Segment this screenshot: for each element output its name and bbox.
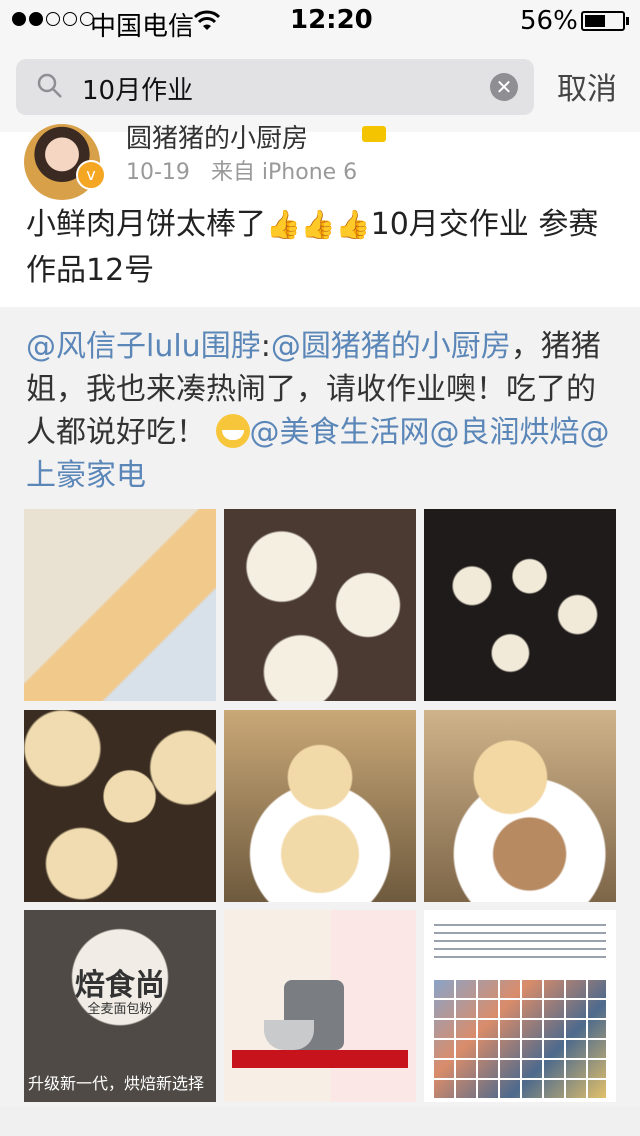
clear-icon[interactable]: ✕ xyxy=(490,73,518,101)
repost-section[interactable]: @风信子lulu围脖:@圆猪猪的小厨房，猪猪姐，我也来凑热闹了，请收作业噢！吃了… xyxy=(0,307,640,1107)
post-text: 小鲜肉月饼太棒了👍👍👍10月交作业 参赛作品12号 xyxy=(26,202,616,294)
promo-banner xyxy=(232,1050,408,1068)
verified-icon: v xyxy=(76,160,106,190)
post-source: 来自 iPhone 6 xyxy=(210,160,358,185)
clock: 12:20 xyxy=(290,5,373,35)
status-bar: 中国电信 12:20 56% xyxy=(0,0,640,42)
battery-fill xyxy=(585,15,605,27)
mooncake-photo[interactable] xyxy=(24,509,216,701)
grin-emoji-icon xyxy=(215,414,250,448)
post-meta: 10-19 来自 iPhone 6 xyxy=(126,154,357,186)
screenshot-image[interactable] xyxy=(424,910,616,1102)
battery-icon xyxy=(581,11,625,31)
post-text-before: 小鲜肉月饼太棒了 xyxy=(26,207,266,242)
repost-colon: : xyxy=(260,329,271,364)
mooncake-photo[interactable] xyxy=(24,710,216,902)
cancel-button[interactable]: 取消 xyxy=(557,64,617,108)
signal-strength-icon xyxy=(12,12,94,26)
vip-icon xyxy=(362,126,386,142)
wifi-icon xyxy=(194,10,220,30)
mixer-ad-image[interactable] xyxy=(224,910,416,1102)
thumbs-up-icon: 👍 xyxy=(266,208,301,241)
search-header: 10月作业 ✕ 取消 xyxy=(0,42,640,133)
flour-ad-image[interactable]: 焙食尚 全麦面包粉 升级新一代，烘焙新选择 xyxy=(24,910,216,1102)
search-query[interactable]: 10月作业 xyxy=(82,70,193,107)
post-username[interactable]: 圆猪猪的小厨房 xyxy=(126,118,308,155)
mooncake-photo[interactable] xyxy=(224,710,416,902)
mooncake-photo[interactable] xyxy=(424,710,616,902)
mention-link[interactable]: @圆猪猪的小厨房 xyxy=(271,329,511,364)
carrier-name: 中国电信 xyxy=(90,12,195,42)
avatars-grid-graphic xyxy=(434,980,606,1098)
battery-percent: 56% xyxy=(520,6,578,36)
search-icon xyxy=(37,73,62,98)
mention-link[interactable]: @美食生活网 xyxy=(250,415,430,450)
brand-subtitle: 全麦面包粉 xyxy=(87,1002,153,1017)
repost-author-link[interactable]: @风信子lulu围脖 xyxy=(26,329,261,364)
repost-text: @风信子lulu围脖:@圆猪猪的小厨房，猪猪姐，我也来凑热闹了，请收作业噢！吃了… xyxy=(26,325,612,497)
mooncake-photo[interactable] xyxy=(424,509,616,701)
post-card[interactable]: v 圆猪猪的小厨房 10-19 来自 iPhone 6 小鲜肉月饼太棒了👍👍👍1… xyxy=(0,124,640,307)
post-date: 10-19 xyxy=(126,160,190,185)
thumbs-up-icon: 👍 xyxy=(300,208,336,241)
mention-link[interactable]: @良润烘焙 xyxy=(430,415,580,450)
brand-slogan: 升级新一代，烘焙新选择 xyxy=(28,1074,205,1093)
search-input[interactable]: 10月作业 ✕ xyxy=(16,59,534,115)
text-lines-graphic xyxy=(434,918,606,958)
thumbs-up-icon: 👍 xyxy=(335,208,371,241)
battery-cap xyxy=(626,17,629,25)
mooncake-photo[interactable] xyxy=(224,509,416,701)
mixer-bowl-graphic xyxy=(264,1020,314,1050)
